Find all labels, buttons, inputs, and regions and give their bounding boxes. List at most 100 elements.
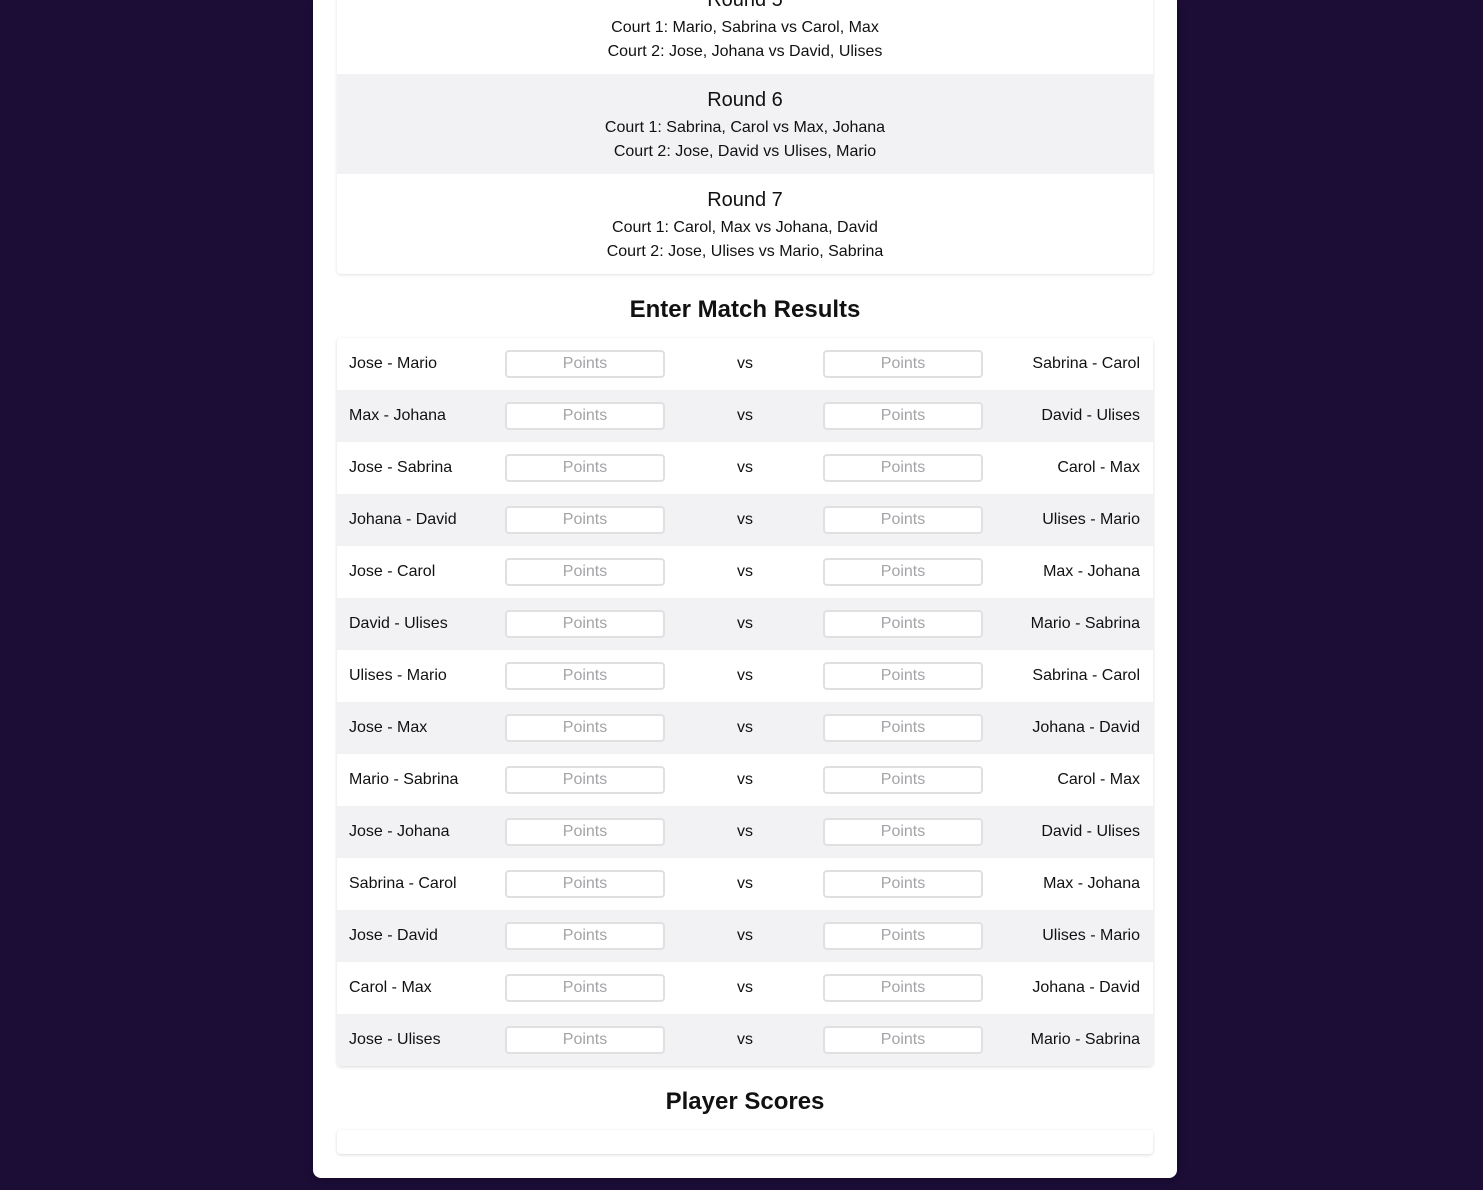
main-container: Round 5 Court 1: Mario, Sabrina vs Carol… <box>313 0 1177 1178</box>
court-1-pairing: Court 1: Carol, Max vs Johana, David <box>612 219 878 236</box>
team-b-label: David - Ulises <box>1041 407 1140 424</box>
team-b-label: David - Ulises <box>1041 823 1140 840</box>
match-row: Max - Johana vs David - Ulises <box>337 390 1153 442</box>
team-a-label: Sabrina - Carol <box>349 875 457 892</box>
team-b-points-input[interactable] <box>823 662 983 690</box>
team-b-label: Sabrina - Carol <box>1032 667 1140 684</box>
team-a-points-input[interactable] <box>505 714 665 742</box>
vs-label: vs <box>737 459 753 476</box>
player-scores-heading: Player Scores <box>665 1088 825 1115</box>
vs-label: vs <box>737 511 753 528</box>
team-a-points-input[interactable] <box>505 558 665 586</box>
match-row: Jose - UlisesvsMario - Sabrina <box>337 1014 1153 1066</box>
team-b-points-input[interactable] <box>823 402 983 430</box>
team-b-points-input[interactable] <box>823 714 983 742</box>
team-a-points-input[interactable] <box>505 350 665 378</box>
vs-label: vs <box>737 875 753 892</box>
round-title: Round 5 <box>707 0 783 11</box>
match-row: Jose - Johana vs David - Ulises <box>337 806 1153 858</box>
court-2-pairing: Court 2: Jose, David vs Ulises, Mario <box>613 143 877 160</box>
court-1-pairing: Court 1: Sabrina, Carol vs Max, Johana <box>604 119 886 136</box>
round-title: Round 7 <box>707 189 783 211</box>
team-a-label: Jose - David <box>349 927 438 944</box>
vs-label: vs <box>737 667 753 684</box>
round-card: Round 5 Court 1: Mario, Sabrina vs Carol… <box>337 0 1153 74</box>
team-b-points-input[interactable] <box>823 870 983 898</box>
team-b-points-input[interactable] <box>823 454 983 482</box>
team-b-points-input[interactable] <box>823 974 983 1002</box>
vs-label: vs <box>737 563 753 580</box>
team-b-label: Mario - Sabrina <box>1030 1031 1140 1048</box>
team-a-points-input[interactable] <box>505 922 665 950</box>
team-b-label: Sabrina - Carol <box>1032 355 1140 372</box>
team-a-points-input[interactable] <box>505 818 665 846</box>
team-b-label: Johana - David <box>1032 719 1140 736</box>
vs-label: vs <box>737 771 753 788</box>
team-a-label: Johana - David <box>349 511 457 528</box>
match-row: Jose - Mario vs Sabrina - Carol <box>337 338 1153 390</box>
team-a-label: Max - Johana <box>349 407 446 424</box>
team-a-points-input[interactable] <box>505 766 665 794</box>
team-a-points-input[interactable] <box>505 974 665 1002</box>
team-b-points-input[interactable] <box>823 558 983 586</box>
team-a-points-input[interactable] <box>505 870 665 898</box>
team-b-label: Max - Johana <box>1043 875 1140 892</box>
team-b-points-input[interactable] <box>823 922 983 950</box>
team-a-label: Ulises - Mario <box>349 667 447 684</box>
team-b-label: Johana - David <box>1032 979 1140 996</box>
vs-label: vs <box>737 719 753 736</box>
team-b-points-input[interactable] <box>823 766 983 794</box>
team-a-points-input[interactable] <box>505 1026 665 1054</box>
team-b-label: Max - Johana <box>1043 563 1140 580</box>
team-b-label: Ulises - Mario <box>1042 927 1140 944</box>
team-a-label: Jose - Mario <box>349 355 438 372</box>
match-row: Ulises - Mario vs Sabrina - Carol <box>337 650 1153 702</box>
team-a-label: Jose - Carol <box>349 563 436 580</box>
team-a-points-input[interactable] <box>505 506 665 534</box>
team-a-points-input[interactable] <box>505 402 665 430</box>
team-a-points-input[interactable] <box>505 454 665 482</box>
team-a-label: Jose - Ulises <box>349 1031 441 1048</box>
team-b-label: Ulises - Mario <box>1042 511 1140 528</box>
team-a-label: Mario - Sabrina <box>349 771 459 788</box>
team-b-points-input[interactable] <box>823 506 983 534</box>
match-results-list: Jose - Mario vs Sabrina - Carol Max - Johan… <box>337 338 1153 1066</box>
match-results-heading: Enter Match Results <box>629 296 861 323</box>
schedule-list: Round 5 Court 1: Mario, Sabrina vs Carol… <box>337 0 1153 274</box>
match-row: Johana - David vs Ulises - Mario <box>337 494 1153 546</box>
team-b-points-input[interactable] <box>823 610 983 638</box>
vs-label: vs <box>737 407 753 424</box>
round-card: Round 6 Court 1: Sabrina, Carol vs Max, … <box>337 74 1153 174</box>
match-row: Mario - Sabrina vs Carol - Max <box>337 754 1153 806</box>
team-b-points-input[interactable] <box>823 350 983 378</box>
match-row: Jose - Sabrina vs Carol - Max <box>337 442 1153 494</box>
vs-label: vs <box>737 823 753 840</box>
round-card: Round 7 Court 1: Carol, Max vs Johana, D… <box>337 174 1153 274</box>
court-2-pairing: Court 2: Jose, Johana vs David, Ulises <box>607 43 883 60</box>
match-row: Carol - Max vs Johana - David <box>337 962 1153 1014</box>
match-row: Jose - Carol vs Max - Johana <box>337 546 1153 598</box>
match-row: David - UlisesvsMario - Sabrina <box>337 598 1153 650</box>
team-b-label: Carol - Max <box>1057 459 1140 476</box>
team-b-points-input[interactable] <box>823 818 983 846</box>
court-1-pairing: Court 1: Mario, Sabrina vs Carol, Max <box>611 19 879 36</box>
vs-label: vs <box>737 927 753 944</box>
player-scores-list <box>337 1130 1153 1154</box>
team-b-label: Carol - Max <box>1057 771 1140 788</box>
team-a-label: David - Ulises <box>349 615 448 632</box>
match-row: Sabrina - Carol vs Max - Johana <box>337 858 1153 910</box>
vs-label: vs <box>737 355 753 372</box>
team-a-points-input[interactable] <box>505 610 665 638</box>
court-2-pairing: Court 2: Jose, Ulises vs Mario, Sabrina <box>606 243 884 260</box>
team-a-label: Jose - Johana <box>349 823 450 840</box>
team-a-label: Jose - Max <box>349 719 428 736</box>
vs-label: vs <box>737 979 753 996</box>
team-b-points-input[interactable] <box>823 1026 983 1054</box>
team-a-points-input[interactable] <box>505 662 665 690</box>
team-a-label: Jose - Sabrina <box>349 459 453 476</box>
team-a-label: Carol - Max <box>349 979 432 996</box>
round-title: Round 6 <box>707 89 783 111</box>
match-row: Jose - Max vs Johana - David <box>337 702 1153 754</box>
match-row: Jose - David vs Ulises - Mario <box>337 910 1153 962</box>
team-b-label: Mario - Sabrina <box>1030 615 1140 632</box>
